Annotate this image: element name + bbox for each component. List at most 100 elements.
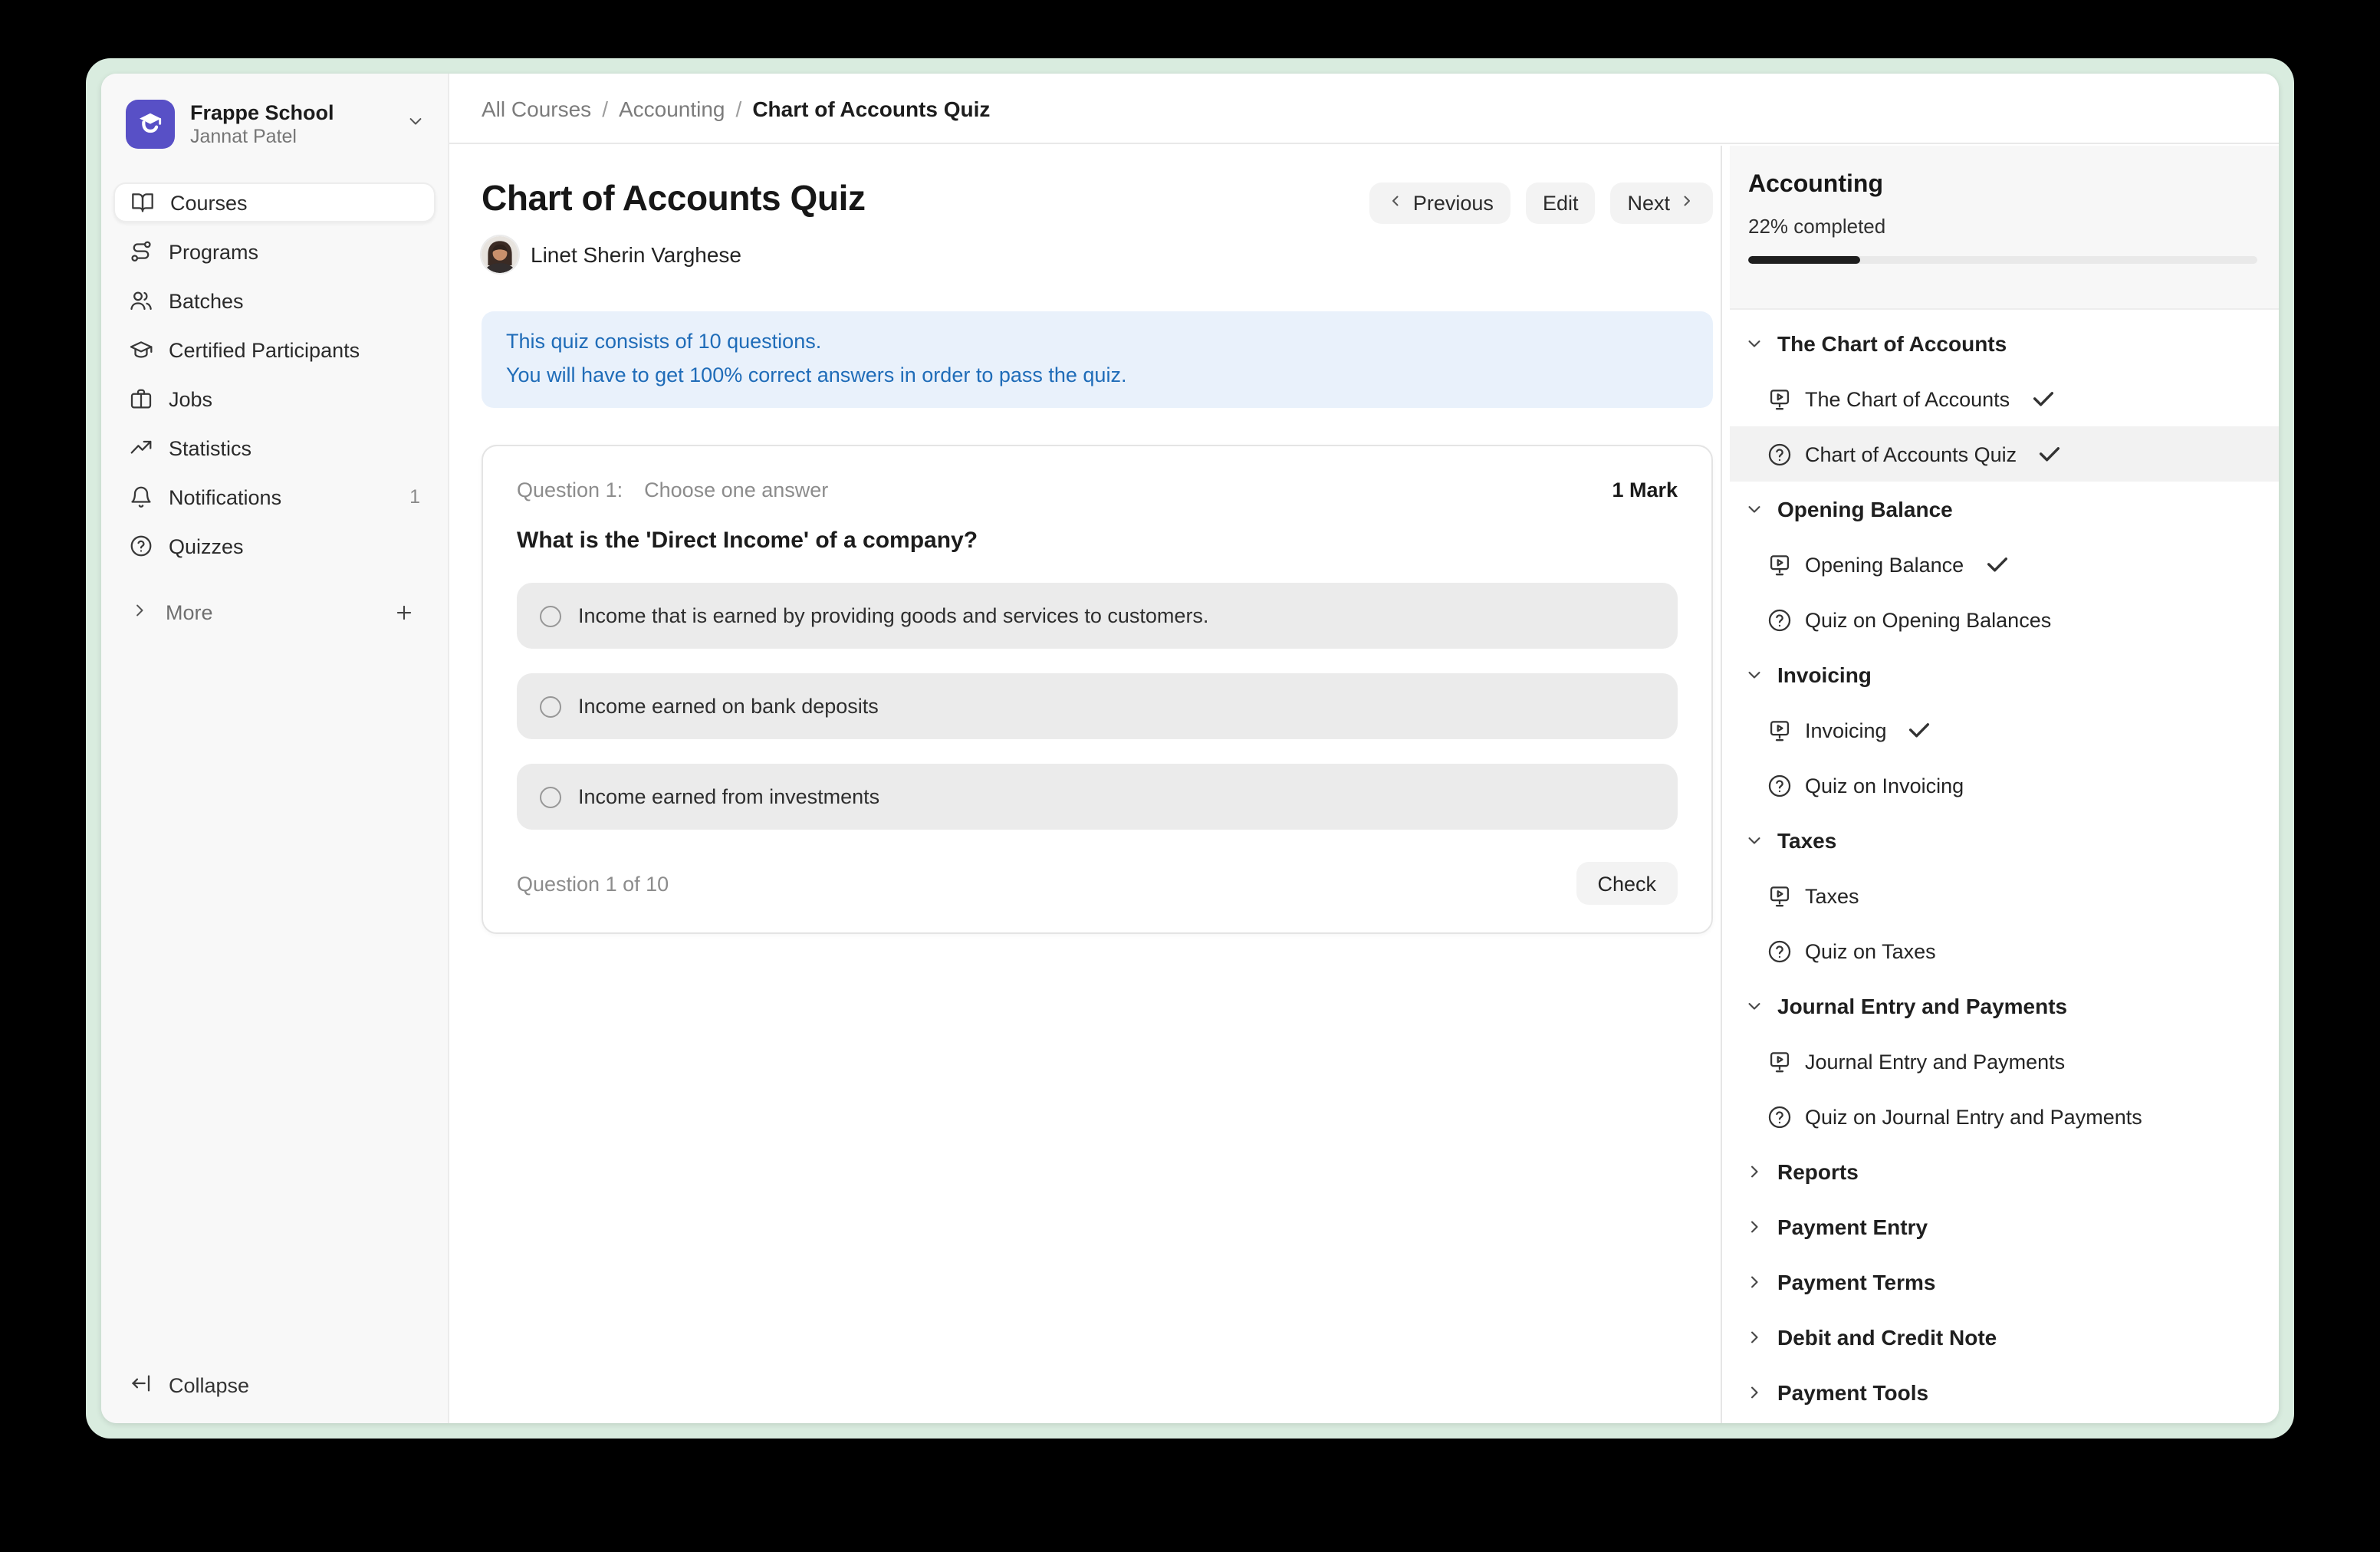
check-button[interactable]: Check (1576, 862, 1678, 905)
outline-lesson-quiz-on-invoicing[interactable]: Quiz on Invoicing (1730, 758, 2279, 813)
more-label: More (166, 600, 213, 623)
window-frame: Frappe School Jannat Patel Courses Progra… (86, 58, 2294, 1439)
answer-option-3[interactable]: Income earned from investments (517, 764, 1678, 830)
sidebar-item-more[interactable]: More (113, 592, 436, 632)
sidebar-item-statistics[interactable]: Statistics (113, 428, 436, 468)
outline-group-payment-terms[interactable]: Payment Terms (1730, 1254, 2279, 1310)
answer-options: Income that is earned by providing goods… (517, 583, 1678, 830)
chevron-right-icon (1744, 1271, 1765, 1293)
progress-fill (1748, 256, 1860, 264)
chevron-down-icon (1744, 664, 1765, 686)
breadcrumb: All Courses/Accounting/Chart of Accounts… (482, 96, 990, 120)
avatar-photo (482, 236, 518, 273)
breadcrumb-separator: / (736, 96, 742, 120)
workspace-switcher[interactable]: Frappe School Jannat Patel (113, 92, 436, 153)
quiz-nav-actions: Previous Edit Next (1370, 182, 1713, 224)
help-circle-icon (1767, 607, 1793, 633)
sidebar-item-certified-participants[interactable]: Certified Participants (113, 330, 436, 370)
info-line: You will have to get 100% correct answer… (506, 359, 1688, 393)
collapse-button[interactable]: Collapse (113, 1365, 436, 1405)
chevron-down-icon (1744, 830, 1765, 851)
outline-lesson-the-chart-of-accounts[interactable]: The Chart of Accounts (1730, 371, 2279, 426)
outline-group-opening-balance[interactable]: Opening Balance (1730, 482, 2279, 537)
outline-lesson-taxes[interactable]: Taxes (1730, 868, 2279, 923)
monitor-play-icon (1767, 1048, 1793, 1074)
course-progress-header: Accounting 22% completed (1730, 146, 2279, 310)
sidebar-item-courses[interactable]: Courses (113, 182, 436, 222)
course-outline: The Chart of Accounts The Chart of Accoun… (1730, 310, 2279, 1420)
outline-item-label: Opening Balance (1777, 497, 1953, 521)
switcher-chevron (405, 110, 426, 139)
book-open-icon (130, 190, 155, 215)
monitor-play-icon (1767, 551, 1793, 577)
option-label: Income that is earned by providing goods… (578, 604, 1208, 627)
monitor-play-icon (1767, 883, 1793, 909)
sidebar-item-quizzes[interactable]: Quizzes (113, 526, 436, 566)
outline-lesson-quiz-on-opening-balances[interactable]: Quiz on Opening Balances (1730, 592, 2279, 647)
outline-group-journal-entry-and-payments[interactable]: Journal Entry and Payments (1730, 978, 2279, 1034)
topbar: All Courses/Accounting/Chart of Accounts… (449, 74, 2279, 144)
chevron-right-icon (1744, 1161, 1765, 1182)
outline-group-payment-tools[interactable]: Payment Tools (1730, 1365, 2279, 1420)
chevron-down-icon (1744, 498, 1765, 520)
outline-group-invoicing[interactable]: Invoicing (1730, 647, 2279, 702)
chevron-right-icon (1744, 1327, 1765, 1348)
outline-lesson-quiz-on-taxes[interactable]: Quiz on Taxes (1730, 923, 2279, 978)
add-button[interactable] (393, 598, 420, 626)
sidebar-item-jobs[interactable]: Jobs (113, 379, 436, 419)
outline-item-label: Journal Entry and Payments (1777, 994, 2067, 1018)
radio-icon (540, 786, 561, 807)
outline-group-reports[interactable]: Reports (1730, 1144, 2279, 1199)
outline-lesson-quiz-on-journal-entry-and-payments[interactable]: Quiz on Journal Entry and Payments (1730, 1089, 2279, 1144)
plus-icon (393, 600, 416, 623)
outline-lesson-invoicing[interactable]: Invoicing (1730, 702, 2279, 758)
page-title: Chart of Accounts Quiz (482, 178, 866, 219)
outline-group-taxes[interactable]: Taxes (1730, 813, 2279, 868)
sidebar-item-label: Statistics (169, 436, 251, 459)
help-circle-icon (1767, 938, 1793, 964)
breadcrumb-item-accounting[interactable]: Accounting (619, 96, 725, 120)
outline-lesson-opening-balance[interactable]: Opening Balance (1730, 537, 2279, 592)
school-name: Frappe School (190, 100, 390, 125)
outline-item-label: Debit and Credit Note (1777, 1325, 1997, 1350)
briefcase-icon (129, 386, 153, 411)
edit-button[interactable]: Edit (1526, 182, 1596, 224)
next-button[interactable]: Next (1610, 182, 1713, 224)
answer-option-2[interactable]: Income earned on bank deposits (517, 673, 1678, 739)
collapse-label: Collapse (169, 1373, 249, 1396)
help-circle-icon (1767, 1103, 1793, 1129)
sidebar-item-label: Batches (169, 289, 244, 312)
sidebar-item-label: Programs (169, 240, 258, 263)
outline-item-label: Payment Terms (1777, 1270, 1935, 1294)
check-icon (2030, 386, 2056, 412)
sidebar-item-label: Notifications (169, 485, 281, 508)
sidebar-item-batches[interactable]: Batches (113, 281, 436, 321)
graduation-cap-logo-icon (133, 107, 167, 141)
question-number: Question 1: (517, 478, 623, 501)
monitor-play-icon (1767, 717, 1793, 743)
outline-lesson-chart-of-accounts-quiz[interactable]: Chart of Accounts Quiz (1730, 426, 2279, 482)
main-content: Chart of Accounts Quiz (449, 146, 1721, 1423)
outline-item-label: The Chart of Accounts (1777, 331, 2007, 356)
outline-group-the-chart-of-accounts[interactable]: The Chart of Accounts (1730, 316, 2279, 371)
sidebar-item-notifications[interactable]: Notifications1 (113, 477, 436, 517)
previous-button[interactable]: Previous (1370, 182, 1511, 224)
chevron-down-icon (405, 110, 426, 131)
progress-bar (1748, 256, 2257, 264)
breadcrumb-item-all-courses[interactable]: All Courses (482, 96, 591, 120)
quiz-info-banner: This quiz consists of 10 questions. You … (482, 311, 1713, 408)
option-label: Income earned on bank deposits (578, 695, 879, 718)
sidebar-item-programs[interactable]: Programs (113, 232, 436, 271)
sidebar-item-label: Certified Participants (169, 338, 360, 361)
chevron-left-icon (1387, 192, 1405, 210)
course-panel: Accounting 22% completed The Chart of Ac… (1721, 146, 2279, 1423)
outline-item-label: Payment Tools (1777, 1380, 1928, 1405)
course-title: Accounting (1748, 172, 2257, 199)
sidebar-nav: Courses Programs Batches Certified Particip… (113, 178, 436, 570)
radio-icon (540, 695, 561, 717)
graduation-cap-icon (129, 337, 153, 362)
outline-lesson-journal-entry-and-payments[interactable]: Journal Entry and Payments (1730, 1034, 2279, 1089)
answer-option-1[interactable]: Income that is earned by providing goods… (517, 583, 1678, 649)
outline-group-debit-and-credit-note[interactable]: Debit and Credit Note (1730, 1310, 2279, 1365)
outline-group-payment-entry[interactable]: Payment Entry (1730, 1199, 2279, 1254)
